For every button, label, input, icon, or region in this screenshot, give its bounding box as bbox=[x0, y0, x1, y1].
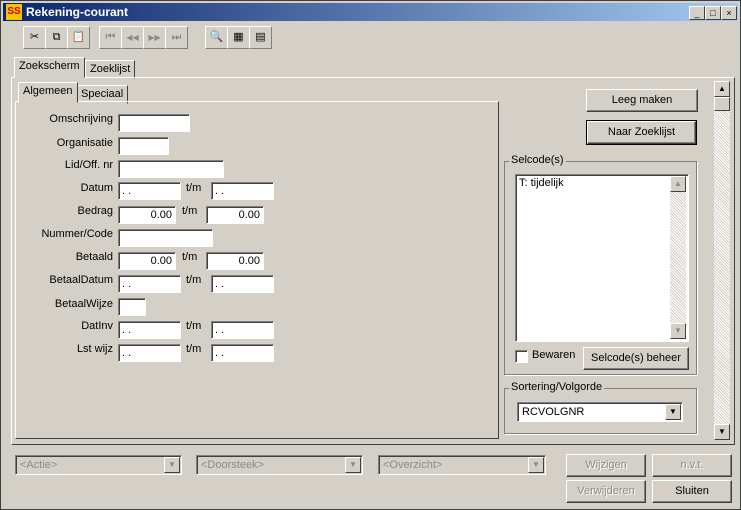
first-record-icon[interactable]: ⏮ bbox=[99, 26, 122, 49]
datum-to-field[interactable]: . . bbox=[211, 182, 274, 200]
tab-algemeen[interactable]: Algemeen bbox=[18, 82, 78, 103]
maximize-button[interactable]: □ bbox=[705, 6, 721, 20]
bedrag-label: Bedrag bbox=[77, 205, 113, 217]
selcodes-beheer-button[interactable]: Selcode(s) beheer bbox=[583, 347, 689, 370]
sortering-dropdown[interactable]: RCVOLGNR ▼ bbox=[517, 402, 683, 422]
betaaldatum-tm-label: t/m bbox=[186, 274, 202, 286]
lid-field[interactable] bbox=[118, 160, 224, 178]
scroll-thumb[interactable] bbox=[714, 97, 730, 111]
lstwijz-label: Lst wijz bbox=[76, 343, 113, 355]
selcodes-listbox[interactable]: T: tijdelijk ▲ ▼ bbox=[515, 174, 689, 342]
doorsteek-dropdown[interactable]: <Doorsteek> ▼ bbox=[196, 455, 363, 475]
title-bar: SS Rekening-courant _ □ × bbox=[3, 3, 738, 21]
datinv-to-field[interactable]: . . bbox=[211, 321, 274, 339]
doorsteek-value: <Doorsteek> bbox=[201, 459, 264, 471]
actie-value: <Actie> bbox=[20, 459, 58, 471]
bedrag-tm-label: t/m bbox=[182, 205, 198, 217]
bewaren-label: Bewaren bbox=[532, 349, 576, 361]
betaalwijze-field[interactable] bbox=[118, 298, 146, 316]
scroll-down-icon[interactable]: ▼ bbox=[670, 323, 686, 339]
nummer-label: Nummer/Code bbox=[41, 228, 113, 240]
cut-icon[interactable]: ✂ bbox=[23, 26, 46, 49]
datum-label: Datum bbox=[80, 182, 113, 194]
scroll-up-icon[interactable]: ▲ bbox=[670, 176, 686, 192]
bedrag-to-field[interactable]: 0.00 bbox=[206, 206, 264, 224]
overzicht-value: <Overzicht> bbox=[383, 459, 443, 471]
bewaren-checkbox[interactable] bbox=[515, 350, 528, 363]
lid-label: Lid/Off. nr bbox=[64, 159, 113, 171]
scroll-down-icon[interactable]: ▼ bbox=[714, 424, 730, 440]
lstwijz-tm-label: t/m bbox=[186, 343, 202, 355]
datinv-tm-label: t/m bbox=[186, 320, 202, 332]
datum-from-field[interactable]: . . bbox=[118, 182, 181, 200]
main-window: SS Rekening-courant _ □ × ✂ ⧉ 📋 ⏮ ◀◀ ▶▶ … bbox=[0, 0, 741, 510]
chevron-down-icon[interactable]: ▼ bbox=[665, 404, 681, 420]
app-icon: SS bbox=[6, 4, 22, 20]
chevron-down-icon[interactable]: ▼ bbox=[164, 457, 180, 473]
naar-zoeklijst-button[interactable]: Naar Zoeklijst bbox=[586, 120, 697, 145]
lstwijz-to-field[interactable]: . . bbox=[211, 344, 274, 362]
omschrijving-field[interactable] bbox=[118, 114, 190, 132]
sortering-group-label: Sortering/Volgorde bbox=[509, 381, 605, 393]
actie-dropdown[interactable]: <Actie> ▼ bbox=[15, 455, 182, 475]
previous-record-icon[interactable]: ◀◀ bbox=[121, 26, 144, 49]
scroll-up-icon[interactable]: ▲ bbox=[714, 81, 730, 97]
betaalwijze-label: BetaalWijze bbox=[54, 298, 113, 310]
selcodes-scrollbar[interactable] bbox=[670, 176, 686, 339]
datinv-label: DatInv bbox=[81, 320, 113, 332]
omschrijving-label: Omschrijving bbox=[49, 113, 113, 125]
betaaldatum-from-field[interactable]: . . bbox=[118, 275, 181, 293]
sluiten-button[interactable]: Sluiten bbox=[652, 480, 732, 503]
minimize-button[interactable]: _ bbox=[689, 6, 705, 20]
close-button[interactable]: × bbox=[721, 6, 737, 20]
betaald-tm-label: t/m bbox=[182, 251, 198, 263]
overzicht-dropdown[interactable]: <Overzicht> ▼ bbox=[378, 455, 546, 475]
bedrag-from-field[interactable]: 0.00 bbox=[118, 206, 176, 224]
lstwijz-from-field[interactable]: . . bbox=[118, 344, 181, 362]
main-scrollbar[interactable] bbox=[714, 81, 730, 439]
chevron-down-icon[interactable]: ▼ bbox=[345, 457, 361, 473]
next-record-icon[interactable]: ▶▶ bbox=[143, 26, 166, 49]
last-record-icon[interactable]: ⏭ bbox=[165, 26, 188, 49]
nummer-field[interactable] bbox=[118, 229, 213, 247]
betaaldatum-label: BetaalDatum bbox=[49, 274, 113, 286]
organisatie-field[interactable] bbox=[118, 137, 169, 155]
algemeen-panel bbox=[15, 101, 499, 439]
paste-icon[interactable]: 📋 bbox=[67, 26, 90, 49]
table-view-icon[interactable]: ▦ bbox=[227, 26, 250, 49]
copy-icon[interactable]: ⧉ bbox=[45, 26, 68, 49]
verwijderen-button[interactable]: Verwijderen bbox=[566, 480, 646, 503]
datinv-from-field[interactable]: . . bbox=[118, 321, 181, 339]
search-icon[interactable]: 🔍 bbox=[205, 26, 228, 49]
sortering-value: RCVOLGNR bbox=[522, 406, 585, 418]
wijzigen-button[interactable]: Wijzigen bbox=[566, 454, 646, 477]
form-view-icon[interactable]: ▤ bbox=[249, 26, 272, 49]
nvt-button[interactable]: n.v.t. bbox=[652, 454, 732, 477]
list-item[interactable]: T: tijdelijk bbox=[519, 177, 564, 189]
selcodes-group-label: Selcode(s) bbox=[509, 154, 566, 166]
betaald-label: Betaald bbox=[75, 251, 113, 263]
betaald-from-field[interactable]: 0.00 bbox=[118, 252, 176, 270]
datum-tm-label: t/m bbox=[186, 182, 202, 194]
betaaldatum-to-field[interactable]: . . bbox=[211, 275, 274, 293]
tab-zoekscherm[interactable]: Zoekscherm bbox=[14, 57, 85, 78]
window-title: Rekening-courant bbox=[26, 5, 129, 19]
betaald-to-field[interactable]: 0.00 bbox=[206, 252, 264, 270]
leeg-maken-button[interactable]: Leeg maken bbox=[586, 89, 698, 112]
chevron-down-icon[interactable]: ▼ bbox=[528, 457, 544, 473]
organisatie-label: Organisatie bbox=[56, 137, 113, 149]
